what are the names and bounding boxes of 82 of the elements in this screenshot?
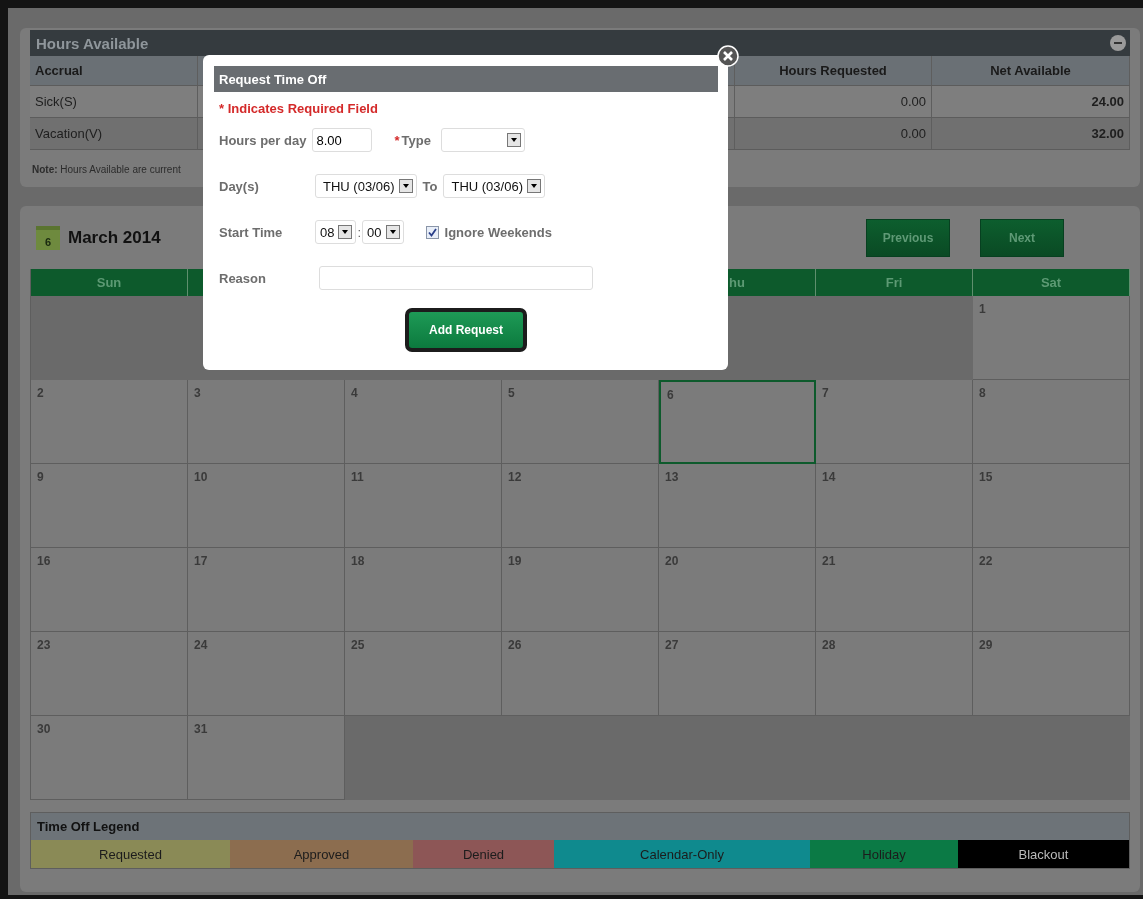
required-note: * Indicates Required Field (219, 101, 379, 116)
field-label: Reason (219, 270, 267, 286)
field-label: To (422, 178, 438, 194)
legend-item: Calendar-Only (554, 840, 810, 868)
legend-title: Time Off Legend (31, 813, 1129, 840)
reason-field[interactable] (319, 266, 593, 290)
legend-item: Holiday (810, 840, 958, 868)
dialog-title: Request Time Off (214, 66, 718, 92)
calendar-day[interactable]: 25 (345, 632, 502, 716)
previous-button[interactable]: Previous (866, 219, 950, 257)
calendar-day[interactable]: 14 (816, 464, 973, 548)
table-cell: 32.00 (932, 118, 1130, 149)
table-cell: Sick(S) (30, 86, 198, 117)
table-cell: 0.00 (735, 86, 932, 117)
calendar-day[interactable]: 3 (188, 380, 345, 464)
calendar-day[interactable]: 27 (659, 632, 816, 716)
calendar-day[interactable]: 15 (973, 464, 1130, 548)
caret-icon (527, 179, 541, 193)
ignore-weekends-checkbox[interactable] (425, 225, 439, 239)
caret-icon (398, 179, 413, 193)
calendar-day[interactable]: 10 (188, 464, 345, 548)
column-header: Net Available (932, 56, 1130, 85)
calendar-day[interactable]: 13 (659, 464, 816, 548)
calendar-day[interactable]: 23 (31, 632, 188, 716)
field-label: Type (401, 132, 431, 148)
close-button[interactable] (717, 45, 739, 67)
time-separator: : (357, 224, 362, 240)
hour-dropdown[interactable]: 08 (315, 220, 357, 244)
next-button[interactable]: Next (980, 219, 1064, 257)
calendar-day[interactable]: 21 (816, 548, 973, 632)
calendar-day[interactable]: 20 (659, 548, 816, 632)
calendar-icon: 6 (36, 226, 60, 250)
table-cell: 0.00 (735, 118, 932, 149)
checkbox-label: Ignore Weekends (444, 224, 552, 240)
type-dropdown[interactable] (440, 128, 525, 152)
minute-dropdown[interactable]: 00 (362, 220, 404, 244)
calendar-day[interactable]: 24 (188, 632, 345, 716)
note-text: Note: Hours Available are current (31, 163, 181, 177)
column-header: Accrual (30, 56, 198, 85)
day-header: Fri (816, 269, 973, 296)
legend-item: Approved (230, 840, 413, 868)
required-mark: * (394, 132, 400, 148)
field-label: Hours per day (219, 132, 307, 148)
table-cell: 24.00 (932, 86, 1130, 117)
collapse-icon[interactable] (1110, 35, 1126, 51)
calendar-day[interactable]: 9 (31, 464, 188, 548)
calendar-day[interactable]: 12 (502, 464, 659, 548)
legend-item: Requested (31, 840, 230, 868)
calendar-day[interactable]: 7 (816, 380, 973, 464)
calendar-day[interactable]: 30 (31, 716, 188, 800)
field-label: Start Time (219, 224, 284, 240)
hours-field[interactable]: 8.00 (312, 128, 373, 152)
calendar-day[interactable]: 1 (973, 296, 1130, 380)
calendar-day[interactable]: 22 (973, 548, 1130, 632)
calendar-day[interactable]: 26 (502, 632, 659, 716)
legend-item: Blackout (958, 840, 1129, 868)
month-title: March 2014 (68, 228, 161, 248)
from-day-dropdown[interactable]: THU (03/06) (315, 174, 417, 198)
legend-item: Denied (413, 840, 554, 868)
calendar-day[interactable]: 11 (345, 464, 502, 548)
caret-icon (338, 225, 353, 239)
to-day-dropdown[interactable]: THU (03/06) (443, 174, 545, 198)
calendar-day[interactable]: 4 (345, 380, 502, 464)
calendar-day[interactable]: 5 (502, 380, 659, 464)
caret-icon (385, 225, 400, 239)
caret-icon (506, 133, 521, 147)
calendar-day[interactable]: 17 (188, 548, 345, 632)
calendar-day[interactable]: 8 (973, 380, 1130, 464)
calendar-day[interactable]: 28 (816, 632, 973, 716)
field-label: Day(s) (219, 178, 260, 194)
day-header: Sun (31, 269, 188, 296)
calendar-day[interactable]: 29 (973, 632, 1130, 716)
panel-title: Hours Available (36, 34, 149, 52)
calendar-day[interactable]: 16 (31, 548, 188, 632)
calendar-day[interactable]: 18 (345, 548, 502, 632)
add-request-button[interactable]: Add Request (405, 308, 527, 352)
table-cell: Vacation(V) (30, 118, 198, 149)
calendar-day[interactable]: 19 (502, 548, 659, 632)
calendar-day[interactable]: 6 (659, 380, 816, 464)
calendar-day[interactable]: 31 (188, 716, 345, 800)
calendar-day[interactable]: 2 (31, 380, 188, 464)
day-header: Sat (973, 269, 1130, 296)
